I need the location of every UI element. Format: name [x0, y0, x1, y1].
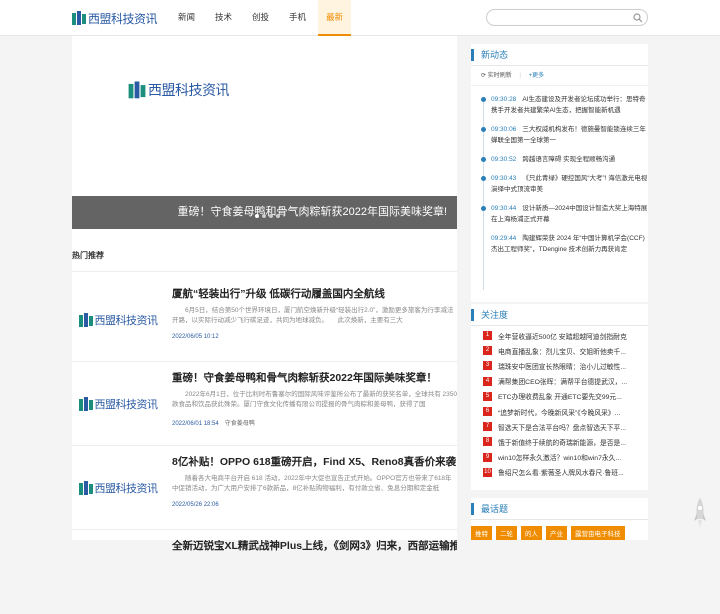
main-column: 西盟科技资讯 重磅！守食姜母鸭和骨气肉粽斩获2022年国际美味奖章! 热门推荐 …: [72, 36, 457, 552]
search-icon[interactable]: [633, 13, 643, 23]
logo-mark-icon: [128, 81, 146, 99]
logo-mark-icon: [78, 480, 93, 496]
hot-list-panel: 关注度 1 全年营收逼近500亿 安踏超越阿迪剑指耐克 2 电商直播乱象：烈儿宝贝、…: [471, 304, 648, 490]
slider-dot[interactable]: [276, 214, 280, 218]
banner-logo: 西盟科技资讯: [128, 80, 230, 100]
article-date: 2022/06/01 18:54: [172, 421, 219, 427]
article-title[interactable]: 全新迈锐宝XL精武战神Plus上线，《剑网3》归来，西部运输推荐冬季车型: [172, 538, 457, 553]
logo-text: 西盟科技资讯: [88, 12, 158, 26]
tag-item[interactable]: 推特: [471, 526, 492, 540]
article-item[interactable]: 西盟科技资讯 8亿补贴！OPPO 618重磅开启，Find X5、Reno8真香…: [72, 446, 457, 530]
logo-mark-icon: [78, 396, 93, 412]
banner-slider[interactable]: 西盟科技资讯 重磅！守食姜母鸭和骨气肉粽斩获2022年国际美味奖章!: [72, 36, 457, 229]
hot-list-item[interactable]: 4 满帮集团CEO张晖：满帮平台德提武汉，...: [471, 374, 648, 389]
thumb-logo-text: 西盟科技资讯: [94, 315, 159, 327]
article-thumbnail[interactable]: 西盟科技资讯: [72, 278, 164, 362]
tag-item[interactable]: 的人: [521, 526, 542, 540]
hot-list-item[interactable]: 6 “追梦新时代，今晚新风采”《今晚风采》...: [471, 404, 648, 419]
article-title[interactable]: 厦航“轻装出行”升级 低碳行动履盖国内全航线: [172, 286, 457, 301]
hot-list-item[interactable]: 2 电商直播乱象：烈儿宝贝、交姐昕他卖千...: [471, 343, 648, 358]
article-tag[interactable]: 守食姜母鸭: [225, 421, 255, 427]
tag-cloud: 推特 二轮 的人 产业 露营亩电子科技: [471, 520, 648, 544]
dynamics-toolbar: ⟳ 实时刷新 | +更多: [471, 66, 648, 86]
search-input[interactable]: [495, 13, 635, 28]
dynamics-panel: 新动态 ⟳ 实时刷新 | +更多 09:30:28 AI生态建设及开发者论坛成功举…: [471, 44, 648, 302]
tag-item[interactable]: 产业: [546, 526, 567, 540]
hot-list-title: 关注度: [471, 304, 648, 326]
nav-item-venture[interactable]: 创投: [244, 0, 277, 36]
slider-dot[interactable]: [262, 214, 266, 218]
nav-item-latest[interactable]: 最新: [318, 0, 352, 36]
thumb-logo-text: 西盟科技资讯: [94, 483, 159, 495]
list-item[interactable]: 09:30:28 AI生态建设及开发者论坛成功举行：思特奇携手开发者共建繁荣AI生…: [481, 94, 648, 116]
article-item[interactable]: 全新迈锐宝XL精武战神Plus上线，《剑网3》归来，西部运输推荐冬季车型: [72, 530, 457, 614]
search-box: [486, 9, 648, 28]
hot-list-item[interactable]: 3 瑞珠安中医团宣长热眼睛：治小儿过敏性...: [471, 358, 648, 373]
hot-list-item[interactable]: 8 饿于新值终于续航的奇瑞新能源，是否是...: [471, 434, 648, 449]
nav-item-tech[interactable]: 技术: [207, 0, 240, 36]
nav-item-news[interactable]: 新闻: [170, 0, 203, 36]
article-title[interactable]: 8亿补贴！OPPO 618重磅开启，Find X5、Reno8真香价来袭: [172, 454, 457, 469]
dynamics-list: 09:30:28 AI生态建设及开发者论坛成功举行：思特奇携手开发者共建繁荣AI生…: [471, 94, 648, 290]
slider-dot[interactable]: [269, 214, 273, 218]
logo-mark-icon: [78, 312, 93, 328]
refresh-button[interactable]: 实时刷新: [488, 73, 512, 79]
list-item[interactable]: 09:30:52 跨越语言障碍 实现全程顺畅沟通: [481, 154, 648, 165]
hot-section-title: 热门推荐: [72, 251, 104, 260]
article-desc: 随着各大电商平台开启 618 活动，2022年中大促也宣告正式开始。OPPO官方…: [172, 475, 452, 492]
refresh-icon[interactable]: ⟳: [481, 73, 486, 79]
list-item[interactable]: 09:29:44 陶建辉荣获 2024 年“中国计算机学会(CCF)杰出工程师奖”…: [491, 233, 648, 253]
dynamics-title: 新动态: [471, 44, 648, 66]
thumb-logo-text: 西盟科技资讯: [94, 399, 159, 411]
main-nav: 新闻 技术 创投 手机 最新: [170, 0, 355, 36]
back-to-top-rocket-icon[interactable]: [692, 497, 708, 529]
slider-dot[interactable]: [255, 214, 259, 218]
list-item[interactable]: 09:30:06 三大权威机构发布！德施曼智能锁连续三年蝉联全国第一全球第一: [481, 124, 648, 146]
hot-list-item[interactable]: 10 鲁绍尺怎么看·紫薇圣人牌风水春尺·鲁班...: [471, 465, 648, 480]
tag-item[interactable]: 露营亩电子科技: [571, 526, 625, 540]
hot-list-item[interactable]: 1 全年营收逼近500亿 安踏超越阿迪剑指耐克: [471, 328, 648, 343]
logo-mark-icon: [72, 11, 86, 26]
hot-list-item[interactable]: 7 智选天下是合法平台吗？盘点智选天下平...: [471, 419, 648, 434]
nav-item-phone[interactable]: 手机: [281, 0, 314, 36]
hot-list-item[interactable]: 5 ETC办理收费乱象 开通ETC要先交99元...: [471, 389, 648, 404]
tags-title: 最话题: [471, 498, 648, 520]
hot-list-item[interactable]: 9 win10怎样永久激活？win10和win7永久...: [471, 450, 648, 465]
top-header: 西盟科技资讯 新闻 技术 创投 手机 最新: [0, 0, 720, 36]
tag-item[interactable]: 二轮: [496, 526, 517, 540]
article-desc: 6月5日，结合第50个世界环境日，厦门航空焕新升级“轻装出行2.0”，激励更多旅…: [172, 307, 454, 324]
article-thumbnail[interactable]: 西盟科技资讯: [72, 362, 164, 446]
article-date: 2022/06/05 10:12: [172, 334, 219, 340]
banner-logo-text: 西盟科技资讯: [148, 84, 230, 99]
divider: [72, 271, 457, 272]
site-logo[interactable]: 西盟科技资讯: [72, 10, 158, 27]
article-desc: 2022年6月1日，位于比利时布鲁塞尔的国际风味评鉴所公布了最新的获奖名单，全球…: [172, 391, 457, 408]
list-item[interactable]: 09:30:43 《只此青绿》硬控国风“大考”! 海信激光电视演绎中式顶流审美: [481, 173, 648, 195]
article-item[interactable]: 西盟科技资讯 重磅！守食姜母鸭和骨气肉粽斩获2022年国际美味奖章！ 2022年…: [72, 362, 457, 446]
separator: |: [519, 73, 521, 79]
article-thumbnail[interactable]: 西盟科技资讯: [72, 446, 164, 530]
tags-panel: 最话题 推特 二轮 的人 产业 露营亩电子科技: [471, 498, 648, 540]
banner-caption[interactable]: 重磅！守食姜母鸭和骨气肉粽斩获2022年国际美味奖章!: [72, 196, 457, 229]
slider-dots: [255, 214, 283, 218]
list-item[interactable]: 09:30:44 设计新质—2024中国设计智造大奖上海特展在上海杨浦正式开幕: [481, 203, 648, 225]
article-title[interactable]: 重磅！守食姜母鸭和骨气肉粽斩获2022年国际美味奖章！: [172, 370, 457, 385]
article-item[interactable]: 西盟科技资讯 厦航“轻装出行”升级 低碳行动履盖国内全航线 6月5日，结合第50…: [72, 278, 457, 362]
article-date: 2022/05/26 22:06: [172, 502, 219, 508]
more-link[interactable]: +更多: [529, 73, 545, 79]
